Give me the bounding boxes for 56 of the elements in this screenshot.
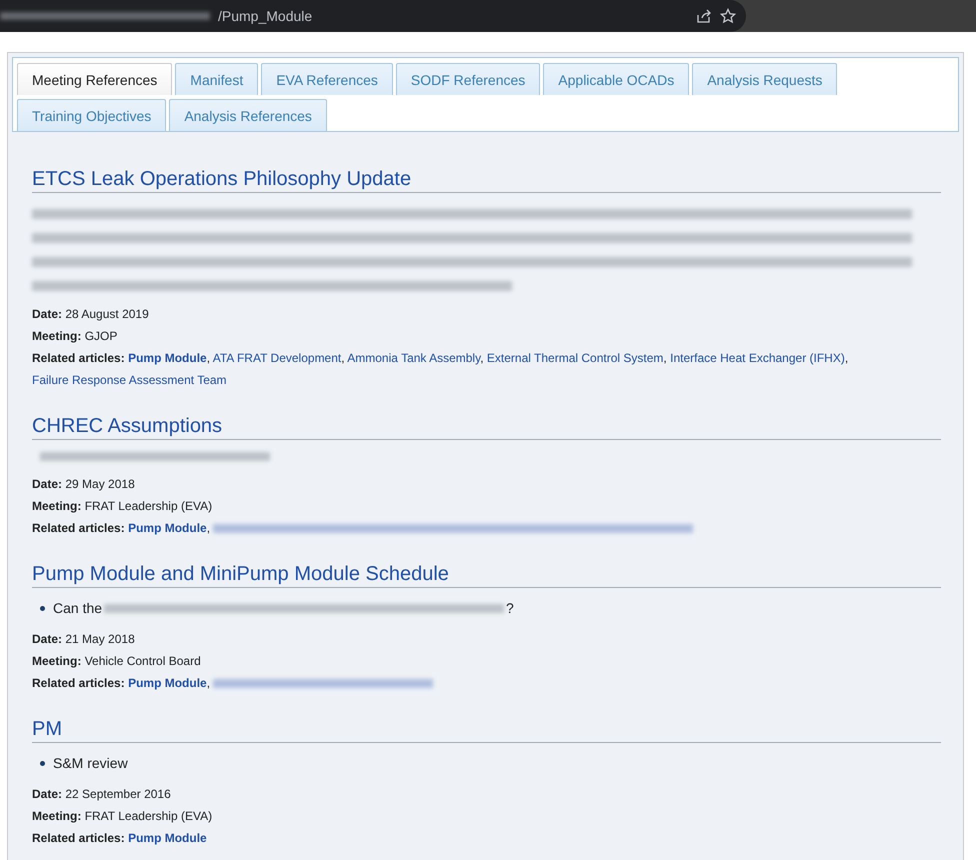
separator: , bbox=[206, 676, 210, 690]
tab[interactable]: Analysis Requests bbox=[692, 63, 838, 95]
url-text: /Pump_Module bbox=[218, 8, 314, 24]
separator: , bbox=[844, 351, 848, 365]
tab[interactable]: Analysis References bbox=[169, 99, 327, 131]
separator: , bbox=[480, 351, 484, 365]
tab[interactable]: Manifest bbox=[175, 63, 258, 95]
bullet-icon bbox=[40, 606, 45, 610]
field-label: Meeting: bbox=[32, 499, 82, 513]
section-heading: Pump Module and MiniPump Module Schedule bbox=[32, 563, 941, 588]
tab[interactable]: Meeting References bbox=[17, 63, 172, 95]
article-link[interactable]: External Thermal Control System bbox=[486, 351, 664, 365]
date-value: 29 May 2018 bbox=[65, 477, 135, 491]
field-label: Date: bbox=[32, 787, 62, 801]
tab[interactable]: Training Objectives bbox=[17, 99, 166, 131]
field-label: Date: bbox=[32, 632, 62, 646]
section-heading: PM bbox=[32, 718, 941, 743]
bullet-icon bbox=[40, 760, 45, 766]
field-label: Date: bbox=[32, 477, 62, 491]
field-label: Meeting: bbox=[32, 654, 82, 668]
field-label: Related articles: bbox=[32, 351, 125, 365]
article-link[interactable]: Pump Module bbox=[128, 831, 207, 845]
article-link[interactable]: Pump Module bbox=[128, 521, 207, 535]
tab[interactable]: Applicable OCADs bbox=[543, 63, 690, 95]
article-link[interactable]: Interface Heat Exchanger (IFHX) bbox=[670, 351, 845, 365]
field-label: Related articles: bbox=[32, 521, 125, 535]
separator: , bbox=[341, 351, 345, 365]
field-label: Related articles: bbox=[32, 831, 125, 845]
date-value: 28 August 2019 bbox=[65, 307, 149, 321]
meeting-value: FRAT Leadership (EVA) bbox=[84, 499, 212, 513]
article-link[interactable]: Pump Module bbox=[128, 676, 207, 690]
tab[interactable]: EVA References bbox=[261, 63, 393, 95]
meeting-value: GJOP bbox=[84, 329, 118, 343]
tab[interactable]: SODF References bbox=[396, 63, 540, 95]
section-heading: CHREC Assumptions bbox=[32, 415, 941, 440]
meeting-value: FRAT Leadership (EVA) bbox=[84, 809, 212, 823]
article-link[interactable]: Ammonia Tank Assembly bbox=[347, 351, 480, 365]
section-heading: ETCS Leak Operations Philosophy Update bbox=[32, 168, 941, 193]
share-icon[interactable] bbox=[696, 8, 712, 24]
article-link[interactable]: Pump Module bbox=[128, 351, 207, 365]
date-value: 21 May 2018 bbox=[65, 632, 135, 646]
separator: , bbox=[206, 351, 210, 365]
field-label: Date: bbox=[32, 307, 62, 321]
field-label: Meeting: bbox=[32, 809, 82, 823]
bullet-text: S&M review bbox=[53, 755, 128, 771]
field-label: Related articles: bbox=[32, 676, 125, 690]
star-icon[interactable] bbox=[720, 8, 736, 24]
article-link[interactable]: ATA FRAT Development bbox=[212, 351, 342, 365]
bullet-text: Can the ? bbox=[53, 600, 514, 616]
meeting-value: Vehicle Control Board bbox=[84, 654, 201, 668]
separator: , bbox=[206, 521, 210, 535]
separator: , bbox=[663, 351, 667, 365]
address-bar[interactable]: /Pump_Module bbox=[0, 0, 746, 32]
article-link[interactable]: Failure Response Assessment Team bbox=[32, 373, 227, 387]
date-value: 22 September 2016 bbox=[65, 787, 171, 801]
field-label: Meeting: bbox=[32, 329, 82, 343]
